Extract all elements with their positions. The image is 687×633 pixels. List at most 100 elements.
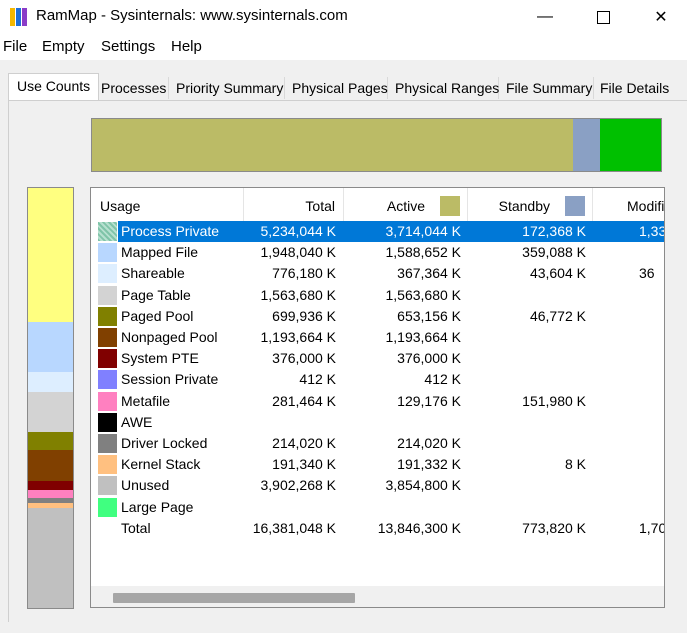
usage-bar-segment [28, 322, 73, 373]
window-title: RamMap - Sysinternals: www.sysinternals.… [36, 7, 348, 24]
cell-total: 281,464 K [272, 392, 336, 409]
cell-standby: 773,820 K [522, 519, 586, 536]
usage-color-swatch [98, 349, 117, 369]
tab-file-details[interactable]: File Details [600, 77, 670, 99]
usage-bar-segment [28, 490, 73, 498]
cell-active: 129,176 K [397, 392, 461, 409]
table-row[interactable]: Paged Pool 699,936 K 653,156 K 46,772 K [91, 306, 664, 327]
cell-active: 412 K [424, 371, 461, 388]
table-row[interactable]: Total 16,381,048 K 13,846,300 K 773,820 K 1,… [91, 518, 665, 539]
usage-color-swatch [98, 328, 117, 347]
tab-priority-summary[interactable]: Priority Summary [176, 77, 285, 99]
cell-standby: 46,772 K [529, 307, 586, 324]
menu-help[interactable]: Help [171, 38, 202, 55]
table-row[interactable]: Driver Locked 214,020 K 214,020 K [91, 433, 664, 454]
cell-standby: 151,980 K [522, 392, 586, 409]
cell-total: 191,340 K [272, 456, 336, 473]
usage-color-swatch [98, 285, 117, 305]
cell-active: 3,714,044 K [385, 223, 461, 239]
tab-physical-pages[interactable]: Physical Pages [292, 77, 388, 99]
column-label-standby: Standby [498, 198, 550, 214]
tab-strip: Use Counts Processes Priority Summary Ph… [0, 60, 687, 100]
memory-bar-segment-modified [600, 119, 661, 171]
minimize-button[interactable]: — [522, 0, 568, 34]
cell-total: 5,234,044 K [260, 223, 336, 239]
table-row[interactable]: Shareable 776,180 K 367,364 K 43,604 K 36 [91, 263, 664, 284]
cell-usage: Shareable [121, 265, 185, 282]
cell-modified: 36 [639, 265, 655, 282]
cell-usage: Paged Pool [121, 307, 194, 324]
usage-bar-segment [28, 188, 73, 323]
cell-usage: Kernel Stack [121, 456, 201, 473]
tab-use-counts[interactable]: Use Counts [8, 73, 100, 100]
cell-total: 699,936 K [272, 307, 336, 324]
cell-total: 412 K [299, 371, 336, 388]
close-icon: ✕ [654, 9, 668, 26]
menu-file[interactable]: File [3, 38, 27, 55]
scrollbar-thumb[interactable] [113, 593, 355, 603]
usage-color-swatch [98, 434, 117, 453]
cell-usage: Nonpaged Pool [121, 329, 218, 345]
table-row[interactable]: Process Private 5,234,044 K 3,714,044 K 172… [91, 221, 664, 242]
cell-usage: Large Page [121, 498, 194, 515]
cell-usage: System PTE [121, 350, 199, 367]
tab-file-summary[interactable]: File Summary [506, 77, 594, 99]
tab-processes[interactable]: Processes [101, 77, 169, 99]
cell-active: 1,563,680 K [385, 286, 461, 303]
tab-physical-ranges[interactable]: Physical Ranges [395, 77, 499, 99]
table-header: Usage Total Active Standby Modifie [91, 188, 664, 222]
column-header-active[interactable]: Active [344, 188, 468, 222]
cell-active: 653,156 K [397, 307, 461, 324]
cell-active: 367,364 K [397, 265, 461, 282]
rammap-app-icon [10, 8, 28, 26]
cell-usage: Page Table [121, 286, 191, 303]
cell-usage: Session Private [121, 371, 219, 388]
column-label-active: Active [386, 198, 425, 214]
table-row[interactable]: System PTE 376,000 K 376,000 K [91, 348, 664, 369]
column-header-usage[interactable]: Usage [91, 188, 244, 222]
column-header-standby[interactable]: Standby [468, 188, 593, 222]
usage-color-swatch [98, 243, 117, 263]
table-row[interactable]: Mapped File 1,948,040 K 1,588,652 K 359,088… [91, 242, 664, 263]
cell-total: 1,193,664 K [260, 329, 336, 345]
usage-color-swatch [98, 497, 117, 517]
cell-active: 376,000 K [397, 350, 461, 367]
menu-settings[interactable]: Settings [101, 38, 155, 55]
usage-bar-segment [28, 508, 73, 608]
column-label-usage: Usage [100, 198, 141, 214]
usage-bar-segment [28, 392, 73, 433]
table-row[interactable]: Page Table 1,563,680 K 1,563,680 K [91, 285, 664, 306]
usage-color-swatch [98, 412, 117, 432]
column-header-total[interactable]: Total [244, 188, 344, 222]
close-button[interactable]: ✕ [638, 0, 684, 34]
usage-color-swatch [98, 370, 117, 390]
usage-color-swatch [98, 391, 117, 411]
column-header-modified[interactable]: Modifie [593, 188, 664, 222]
cell-active: 1,588,652 K [385, 244, 461, 261]
maximize-button[interactable] [580, 0, 626, 34]
menu-empty[interactable]: Empty [42, 38, 85, 55]
table-row[interactable]: Kernel Stack 191,340 K 191,332 K 8 K [91, 454, 664, 475]
memory-bar-segment-standby [573, 119, 601, 171]
horizontal-scrollbar[interactable] [91, 586, 664, 607]
usage-bar-segment [28, 480, 73, 491]
usage-color-swatch [98, 222, 117, 241]
cell-total: 1,948,040 K [260, 244, 336, 261]
table-row[interactable]: Nonpaged Pool 1,193,664 K 1,193,664 K [91, 327, 664, 348]
use-counts-table: Usage Total Active Standby Modifie Proce… [90, 187, 665, 608]
table-row[interactable]: Large Page [91, 497, 664, 518]
usage-color-swatch [98, 306, 117, 326]
cell-active: 191,332 K [397, 456, 461, 473]
cell-modified: 1,70 [639, 519, 665, 536]
table-row[interactable]: Metafile 281,464 K 129,176 K 151,980 K [91, 391, 664, 412]
table-row[interactable]: Unused 3,902,268 K 3,854,800 K [91, 475, 664, 496]
title-bar: RamMap - Sysinternals: www.sysinternals.… [0, 0, 687, 34]
table-row[interactable]: AWE [91, 412, 664, 433]
cell-active: 3,854,800 K [385, 477, 461, 494]
standby-color-swatch [565, 196, 585, 216]
usage-color-swatch [98, 455, 117, 475]
table-row[interactable]: Session Private 412 K 412 K [91, 369, 664, 390]
cell-standby: 172,368 K [522, 223, 586, 239]
cell-usage: Process Private [121, 223, 220, 239]
cell-standby: 8 K [564, 456, 586, 473]
